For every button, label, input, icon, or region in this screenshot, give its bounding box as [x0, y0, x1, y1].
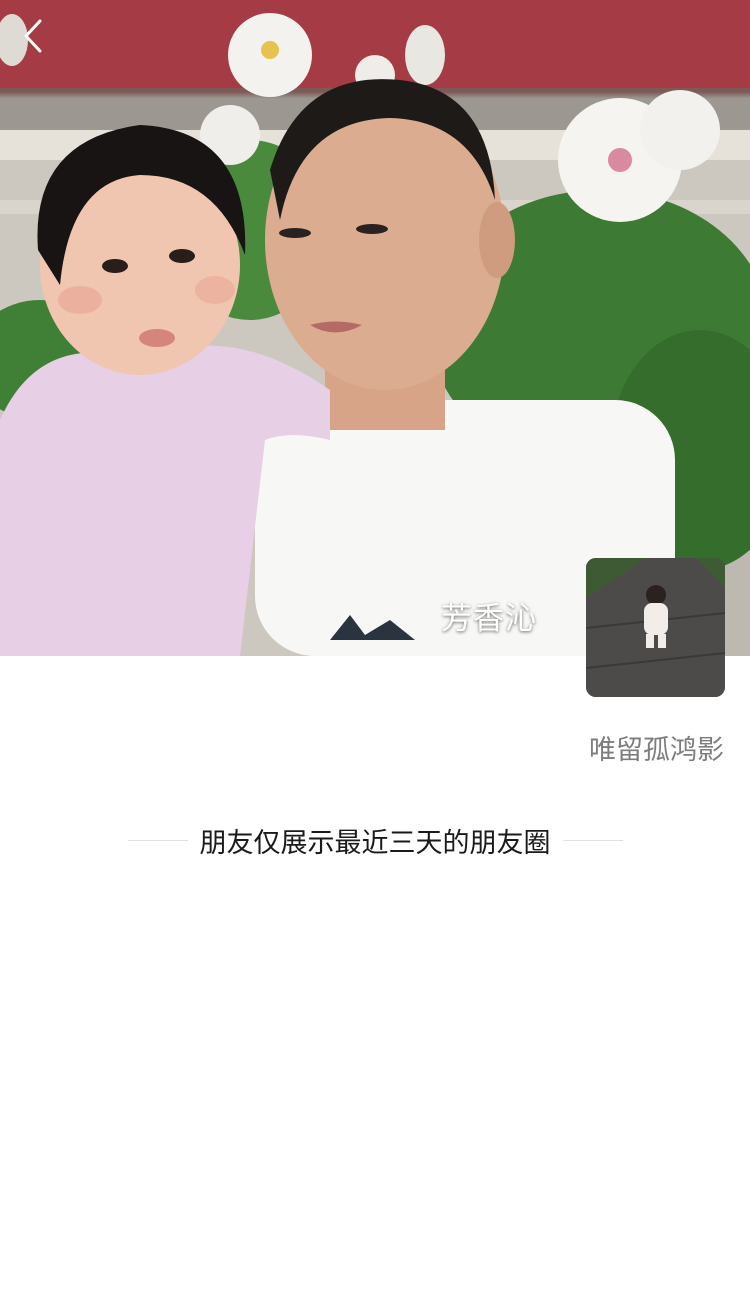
divider-right — [562, 839, 623, 841]
avatar-image — [586, 558, 725, 697]
moments-visibility-notice: 朋友仅展示最近三天的朋友圈 — [0, 818, 750, 862]
profile-signature: 唯留孤鸿影 — [589, 735, 724, 766]
profile-name: 芳香沁 — [441, 601, 537, 637]
avatar[interactable] — [586, 558, 725, 697]
divider-left — [127, 839, 188, 841]
back-button[interactable] — [22, 18, 62, 62]
notice-text: 朋友仅展示最近三天的朋友圈 — [199, 827, 551, 859]
chevron-left-icon — [24, 19, 42, 53]
